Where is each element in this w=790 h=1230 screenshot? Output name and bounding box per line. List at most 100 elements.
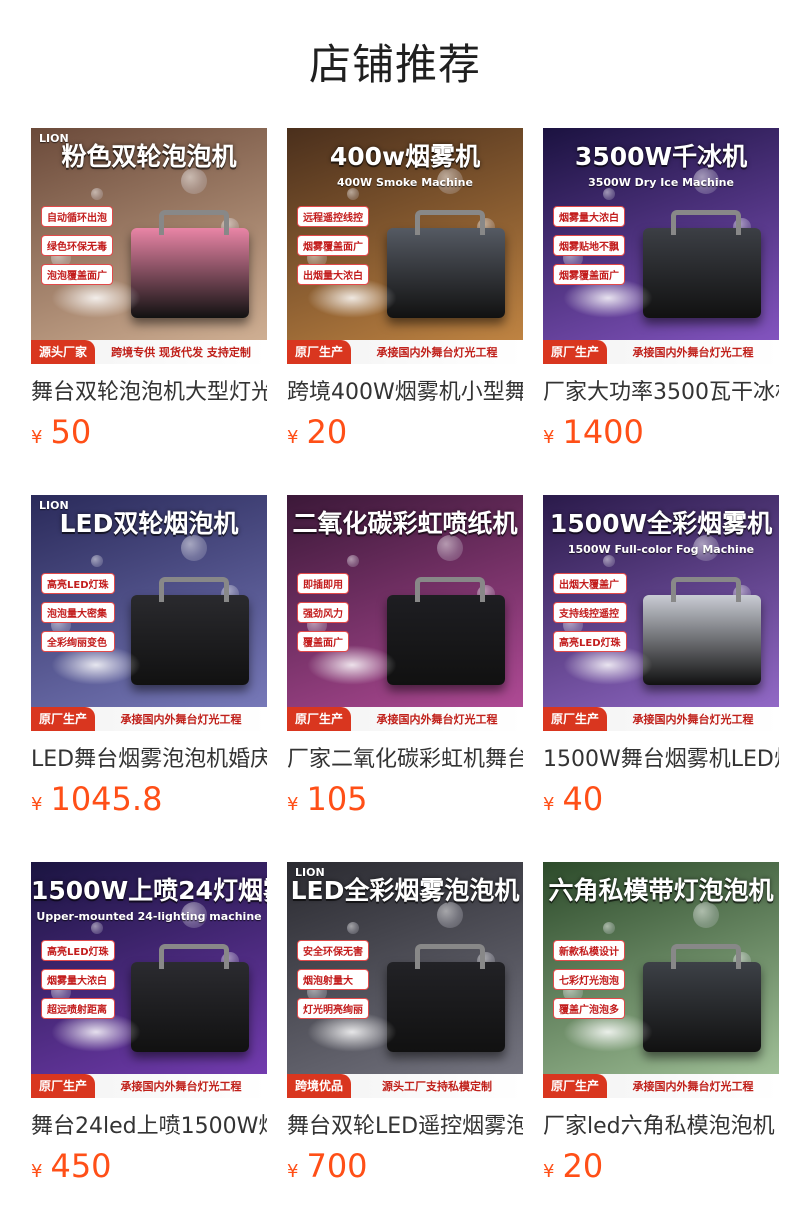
feature-chip: 七彩灯光泡泡 [553, 969, 625, 990]
feature-chip: 泡泡覆盖面广 [41, 264, 113, 285]
feature-chip: 强劲风力 [297, 602, 349, 623]
product-image[interactable]: 400w烟雾机 400W Smoke Machine 远程遥控线控 烟雾覆盖面广 出烟量… [287, 128, 523, 364]
product-card[interactable]: LION 粉色双轮泡泡机 自动循环出泡 绿色环保无毒 泡泡覆盖面广 源头厂家 跨境专供 现货… [31, 128, 267, 495]
product-image[interactable]: 1500W全彩烟雾机 1500W Full-color Fog Machine 出烟… [543, 495, 779, 731]
feature-chip: 烟雾量大浓白 [41, 969, 115, 990]
machine-handle [159, 210, 229, 235]
image-subline: Upper-mounted 24-lighting machine [36, 910, 262, 923]
product-grid: LION 粉色双轮泡泡机 自动循环出泡 绿色环保无毒 泡泡覆盖面广 源头厂家 跨境专供 现货… [31, 128, 790, 1229]
price-amount: 20 [306, 413, 348, 451]
currency-symbol: ¥ [287, 794, 299, 815]
machine-handle [415, 944, 485, 969]
banner-text: 承接国内外舞台灯光工程 [632, 1080, 754, 1093]
bubble-decoration [603, 188, 615, 200]
factory-tag: 原厂生产 [543, 340, 608, 364]
feature-chips: 即插即用 强劲风力 覆盖面广 [297, 573, 349, 652]
image-bottom-banner: 原厂生产 承接国内外舞台灯光工程 [31, 707, 267, 731]
product-price: ¥1400 [543, 414, 779, 450]
image-headline: LED双轮烟泡机 [59, 509, 239, 538]
price-amount: 50 [50, 413, 92, 451]
machine-illustration [387, 228, 505, 318]
product-price: ¥20 [287, 414, 523, 450]
feature-chip: 自动循环出泡 [41, 206, 113, 227]
bubble-decoration [347, 922, 359, 934]
product-card[interactable]: 1500W全彩烟雾机 1500W Full-color Fog Machine 出烟… [543, 495, 779, 862]
feature-chips: 高亮LED灯珠 泡泡量大密集 全彩绚丽变色 [41, 573, 115, 652]
product-image[interactable]: LION LED全彩烟雾泡泡机 安全环保无害 烟泡射量大 灯光明亮绚丽 跨境优品 源头工厂支… [287, 862, 523, 1098]
currency-symbol: ¥ [287, 1161, 299, 1182]
product-card[interactable]: 3500W千冰机 3500W Dry Ice Machine 烟雾量大浓白 烟雾贴地不… [543, 128, 779, 495]
image-subline: 1500W Full-color Fog Machine [567, 543, 755, 556]
bubble-decoration [347, 188, 359, 200]
feature-chip: 即插即用 [297, 573, 349, 594]
feature-chip: 烟雾贴地不飘 [553, 235, 625, 256]
price-amount: 40 [562, 780, 604, 818]
feature-chip: 高亮LED灯珠 [553, 631, 627, 652]
currency-symbol: ¥ [543, 427, 555, 448]
banner-text: 承接国内外舞台灯光工程 [376, 713, 498, 726]
feature-chip: 新款私模设计 [553, 940, 625, 961]
product-title[interactable]: 厂家二氧化碳彩虹机舞台 [287, 745, 523, 775]
product-image[interactable]: 1500W上喷24灯烟雾机 Upper-mounted 24-lighting m… [31, 862, 267, 1098]
product-card[interactable]: 六角私模带灯泡泡机 新款私模设计 七彩灯光泡泡 覆盖广泡泡多 原厂生产 承接国内外舞台灯光… [543, 862, 779, 1229]
product-image[interactable]: LION 粉色双轮泡泡机 自动循环出泡 绿色环保无毒 泡泡覆盖面广 源头厂家 跨境专供 现货… [31, 128, 267, 364]
product-card[interactable]: 二氧化碳彩虹喷纸机 即插即用 强劲风力 覆盖面广 原厂生产 承接国内外舞台灯光工程 厂家二氧… [287, 495, 523, 862]
bubble-decoration [603, 555, 615, 567]
feature-chip: 灯光明亮绚丽 [297, 998, 369, 1019]
product-title[interactable]: 舞台24led上喷1500W烟雾机 [31, 1112, 267, 1142]
bubble-decoration [91, 555, 103, 567]
factory-tag: 跨境优品 [287, 1074, 352, 1098]
feature-chips: 高亮LED灯珠 烟雾量大浓白 超远喷射距离 [41, 940, 115, 1019]
product-image[interactable]: LION LED双轮烟泡机 高亮LED灯珠 泡泡量大密集 全彩绚丽变色 原厂生产 承接国内外… [31, 495, 267, 731]
banner-text: 承接国内外舞台灯光工程 [120, 1080, 242, 1093]
feature-chips: 安全环保无害 烟泡射量大 灯光明亮绚丽 [297, 940, 369, 1019]
product-title[interactable]: 舞台双轮泡泡机大型灯光 [31, 378, 267, 408]
product-title[interactable]: 1500W舞台烟雾机LED灯 [543, 745, 779, 775]
product-price: ¥1045.8 [31, 781, 267, 817]
image-bottom-banner: 跨境优品 源头工厂支持私模定制 [287, 1074, 523, 1098]
banner-text: 承接国内外舞台灯光工程 [632, 346, 754, 359]
factory-tag: 原厂生产 [287, 340, 352, 364]
feature-chip: 超远喷射距离 [41, 998, 115, 1019]
page-title: 店铺推荐 [308, 40, 481, 89]
feature-chip: 覆盖广泡泡多 [553, 998, 625, 1019]
image-bottom-banner: 原厂生产 承接国内外舞台灯光工程 [31, 1074, 267, 1098]
product-title[interactable]: 厂家led六角私模泡泡机 [543, 1112, 779, 1142]
machine-illustration [131, 228, 249, 318]
image-headline: LED全彩烟雾泡泡机 [290, 876, 520, 905]
currency-symbol: ¥ [543, 1161, 555, 1182]
product-image[interactable]: 六角私模带灯泡泡机 新款私模设计 七彩灯光泡泡 覆盖广泡泡多 原厂生产 承接国内外舞台灯光… [543, 862, 779, 1098]
currency-symbol: ¥ [287, 427, 299, 448]
banner-text: 承接国内外舞台灯光工程 [120, 713, 242, 726]
image-subline: 400W Smoke Machine [337, 176, 473, 189]
feature-chip: 烟泡射量大 [297, 969, 369, 990]
feature-chip: 支持线控遥控 [553, 602, 627, 623]
factory-tag: 源头厂家 [31, 340, 96, 364]
product-card[interactable]: 400w烟雾机 400W Smoke Machine 远程遥控线控 烟雾覆盖面广 出烟量… [287, 128, 523, 495]
currency-symbol: ¥ [31, 794, 43, 815]
product-title[interactable]: LED舞台烟雾泡泡机婚庆 [31, 745, 267, 775]
product-card[interactable]: LION LED双轮烟泡机 高亮LED灯珠 泡泡量大密集 全彩绚丽变色 原厂生产 承接国内外… [31, 495, 267, 862]
product-title[interactable]: 跨境400W烟雾机小型舞台 [287, 378, 523, 408]
image-headline: 二氧化碳彩虹喷纸机 [292, 509, 518, 538]
product-image[interactable]: 二氧化碳彩虹喷纸机 即插即用 强劲风力 覆盖面广 原厂生产 承接国内外舞台灯光工程 [287, 495, 523, 731]
feature-chip: 烟雾覆盖面广 [553, 264, 625, 285]
banner-text: 源头工厂支持私模定制 [382, 1080, 492, 1093]
product-title[interactable]: 舞台双轮LED遥控烟雾泡泡机 [287, 1112, 523, 1142]
machine-handle [159, 944, 229, 969]
feature-chip: 泡泡量大密集 [41, 602, 115, 623]
feature-chip: 绿色环保无毒 [41, 235, 113, 256]
product-card[interactable]: 1500W上喷24灯烟雾机 Upper-mounted 24-lighting m… [31, 862, 267, 1229]
product-title[interactable]: 厂家大功率3500瓦干冰机 [543, 378, 779, 408]
product-card[interactable]: LION LED全彩烟雾泡泡机 安全环保无害 烟泡射量大 灯光明亮绚丽 跨境优品 源头工厂支… [287, 862, 523, 1229]
machine-illustration [643, 228, 761, 318]
feature-chips: 烟雾量大浓白 烟雾贴地不飘 烟雾覆盖面广 [553, 206, 625, 285]
product-price: ¥105 [287, 781, 523, 817]
factory-tag: 原厂生产 [31, 1074, 96, 1098]
machine-illustration [643, 595, 761, 685]
image-headline: 400w烟雾机 [329, 142, 481, 171]
feature-chip: 烟雾覆盖面广 [297, 235, 369, 256]
machine-handle [415, 210, 485, 235]
product-image[interactable]: 3500W千冰机 3500W Dry Ice Machine 烟雾量大浓白 烟雾贴地不… [543, 128, 779, 364]
feature-chip: 出烟大覆盖广 [553, 573, 627, 594]
